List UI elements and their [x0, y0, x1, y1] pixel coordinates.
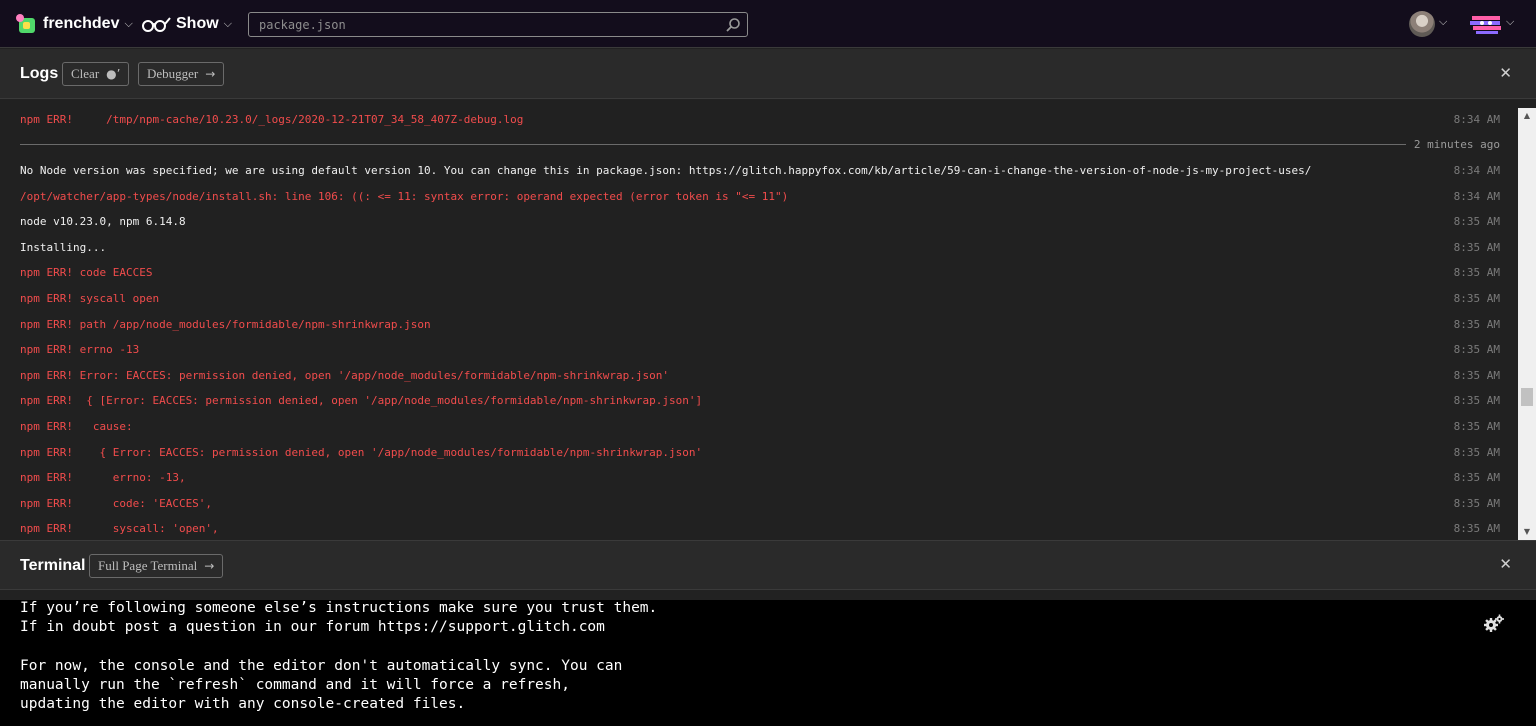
log-timestamp: 8:35 AM: [1453, 420, 1500, 433]
log-timestamp: 8:34 AM: [1453, 164, 1500, 177]
log-message: node v10.23.0, npm 6.14.8: [20, 215, 186, 229]
clear-logs-button[interactable]: Clear ●’: [62, 62, 130, 86]
log-timestamp: 8:35 AM: [1453, 445, 1500, 459]
log-row: Installing... 8:35 AM: [20, 239, 1500, 257]
log-row: npm ERR! code EACCES 8:35 AM: [20, 264, 1500, 282]
divider-label: 2 minutes ago: [1413, 138, 1500, 151]
full-page-label: Full Page Terminal: [98, 558, 198, 573]
divider-line: [20, 144, 1406, 145]
log-timestamp: 8:35 AM: [1453, 215, 1500, 229]
log-timestamp: 8:35 AM: [1453, 394, 1500, 408]
scroll-up-arrow-icon[interactable]: ▲: [1518, 108, 1536, 124]
chevron-down-icon[interactable]: ⌵: [1439, 15, 1447, 29]
log-message: npm ERR! cause:: [20, 420, 133, 433]
debugger-button[interactable]: Debugger →: [138, 62, 225, 86]
chevron-down-icon: ⌵: [124, 17, 133, 30]
log-timestamp: 8:35 AM: [1453, 317, 1500, 331]
full-page-terminal-button[interactable]: Full Page Terminal →: [89, 554, 224, 578]
log-timestamp: 8:35 AM: [1453, 368, 1500, 382]
gear-icon[interactable]: [1483, 614, 1505, 634]
glitch-logo-icon[interactable]: [1470, 13, 1502, 35]
show-label: Show: [176, 15, 219, 32]
scroll-down-arrow-icon[interactable]: ▼: [1518, 524, 1536, 540]
log-row: npm ERR! syscall open 8:35 AM: [20, 290, 1500, 308]
arrow-right-icon: →: [204, 559, 215, 573]
chevron-down-icon[interactable]: ⌵: [1506, 15, 1514, 29]
log-timestamp: 8:35 AM: [1453, 240, 1500, 254]
log-row: npm ERR! { Error: EACCES: permission den…: [20, 444, 1500, 462]
search-input[interactable]: [249, 13, 719, 36]
terminal-title: Terminal: [20, 557, 86, 574]
clear-label: Clear: [71, 66, 100, 81]
terminal-line: updating the editor with any console-cre…: [20, 696, 466, 712]
log-row: npm ERR! /tmp/npm-cache/10.23.0/_logs/20…: [20, 111, 1500, 129]
log-message: npm ERR! syscall open: [20, 292, 160, 305]
log-timestamp: 8:35 AM: [1453, 471, 1500, 485]
terminal-line: For now, the console and the editor don'…: [20, 657, 623, 674]
logs-body: 2 minutes ago npm ERR! /tmp/npm-cache/10…: [0, 100, 1536, 540]
log-message: npm ERR! code EACCES: [20, 266, 153, 280]
log-row: npm ERR! path /app/node_modules/formidab…: [20, 316, 1500, 334]
logs-scrollbar[interactable]: ▲ ▼: [1518, 108, 1536, 540]
debugger-label: Debugger: [147, 66, 199, 81]
log-row: npm ERR! errno -13 8:35 AM: [20, 341, 1500, 359]
chevron-down-icon: ⌵: [223, 17, 233, 30]
close-logs-icon[interactable]: ✕: [1499, 64, 1512, 82]
log-timestamp: 8:35 AM: [1453, 522, 1500, 536]
time-divider: 2 minutes ago: [20, 137, 1500, 153]
log-message: npm ERR! { Error: EACCES: permission den…: [20, 445, 703, 459]
log-message: npm ERR! code: 'EACCES',: [20, 496, 213, 510]
log-message: npm ERR! /tmp/npm-cache/10.23.0/_logs/20…: [20, 113, 524, 126]
project-logo-icon: [16, 14, 38, 34]
log-row: npm ERR! syscall: 'open', 8:35 AM: [20, 520, 1500, 538]
terminal-line: manually run the `refresh` command and i…: [20, 676, 570, 693]
log-timestamp: 8:35 AM: [1453, 343, 1500, 357]
log-message: No Node version was specified; we are us…: [20, 164, 1312, 177]
scroll-thumb[interactable]: [1521, 388, 1533, 406]
glasses-icon: [142, 17, 171, 32]
search-icon[interactable]: [725, 17, 741, 33]
log-row: No Node version was specified; we are us…: [20, 162, 1500, 180]
log-timestamp: 8:35 AM: [1453, 266, 1500, 280]
log-row: node v10.23.0, npm 6.14.8 8:35 AM: [20, 213, 1500, 231]
log-row: /opt/watcher/app-types/node/install.sh: …: [20, 188, 1500, 206]
log-timestamp: 8:34 AM: [1453, 189, 1500, 203]
terminal-body[interactable]: If you’re following someone else’s instr…: [0, 600, 1536, 726]
top-bar: frenchdev ⌵ Show ⌵ ⌵ ⌵: [0, 0, 1536, 48]
log-timestamp: 8:35 AM: [1453, 292, 1500, 305]
close-terminal-icon[interactable]: ✕: [1499, 555, 1512, 573]
log-timestamp: 8:34 AM: [1453, 113, 1500, 126]
log-message: /opt/watcher/app-types/node/install.sh: …: [20, 189, 789, 203]
bomb-icon: ●’: [106, 67, 121, 81]
log-message: npm ERR! syscall: 'open',: [20, 522, 219, 536]
logs-header: Logs Clear ●’ Debugger → ✕: [0, 49, 1536, 99]
log-row: npm ERR! cause: 8:35 AM: [20, 418, 1500, 436]
terminal-gap: [0, 590, 1536, 600]
log-list: 2 minutes ago npm ERR! /tmp/npm-cache/10…: [0, 100, 1518, 540]
log-message: npm ERR! errno -13: [20, 343, 140, 357]
log-row: npm ERR! errno: -13, 8:35 AM: [20, 469, 1500, 487]
search-box: [248, 12, 748, 37]
terminal-line: If in doubt post a question in our forum…: [20, 619, 605, 636]
show-menu-button[interactable]: Show ⌵: [141, 12, 232, 36]
terminal-header: Terminal Full Page Terminal → ✕: [0, 540, 1536, 590]
log-message: npm ERR! path /app/node_modules/formidab…: [20, 317, 431, 331]
log-message: npm ERR! Error: EACCES: permission denie…: [20, 368, 670, 382]
arrow-right-icon: →: [205, 67, 216, 81]
log-message: Installing...: [20, 240, 107, 254]
log-message: npm ERR! { [Error: EACCES: permission de…: [20, 394, 703, 408]
log-row: npm ERR! code: 'EACCES', 8:35 AM: [20, 495, 1500, 513]
project-name: frenchdev: [43, 15, 120, 32]
log-message: npm ERR! errno: -13,: [20, 471, 186, 485]
log-row: npm ERR! { [Error: EACCES: permission de…: [20, 392, 1500, 410]
log-timestamp: 8:35 AM: [1453, 496, 1500, 510]
log-row: npm ERR! Error: EACCES: permission denie…: [20, 367, 1500, 385]
logs-title: Logs: [20, 65, 59, 82]
user-avatar[interactable]: [1409, 11, 1435, 37]
terminal-line: If you’re following someone else’s instr…: [20, 600, 658, 616]
project-menu-button[interactable]: frenchdev ⌵: [16, 12, 133, 36]
